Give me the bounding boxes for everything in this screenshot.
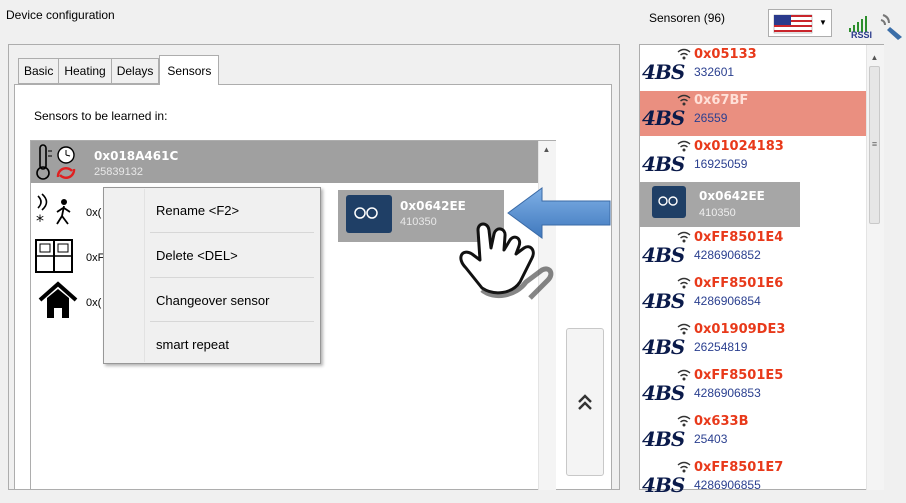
home-icon xyxy=(38,281,78,318)
dragged-sensor-number: 410350 xyxy=(400,216,437,228)
sensor-number: 26254819 xyxy=(694,340,748,354)
delete-menu-item[interactable]: Delete <DEL> xyxy=(150,234,314,276)
sensor-row-text: 0x( xyxy=(86,297,102,309)
sensors-learn-label: Sensors to be learned in: xyxy=(34,109,168,123)
sensor-number: 26559 xyxy=(694,111,728,125)
4bs-profile-logo: 4BS xyxy=(642,289,685,313)
sensor-row-text: 0x( xyxy=(86,207,102,219)
sensor-id: 0x633B xyxy=(694,414,749,429)
thermometer-icon xyxy=(36,144,76,180)
sensor-device-icon xyxy=(346,195,392,233)
wifi-signal-icon xyxy=(677,140,691,152)
sensor-device-icon xyxy=(652,186,686,218)
smart-repeat-menu-item[interactable]: smart repeat xyxy=(150,323,314,365)
sensor-id: 0xFF8501E4 xyxy=(694,230,784,245)
4bs-profile-logo: 4BS xyxy=(642,152,685,176)
double-chevron-up-icon xyxy=(578,394,592,410)
wifi-signal-icon xyxy=(677,277,691,289)
rssi-indicator[interactable]: RSSI xyxy=(849,14,879,43)
hand-cursor-icon xyxy=(459,222,554,300)
sensor-list-item[interactable]: 4BS 0x01909DE3 26254819 xyxy=(640,320,866,365)
wifi-signal-icon xyxy=(677,323,691,335)
sensor-number: 332601 xyxy=(694,65,735,79)
4bs-profile-logo: 4BS xyxy=(642,427,685,451)
sensor-row-text: 0xF xyxy=(86,252,105,264)
sensor-id: 0x67BF xyxy=(694,93,749,108)
chevron-down-icon[interactable]: ▼ xyxy=(816,10,830,34)
wifi-signal-icon xyxy=(677,415,691,427)
window-contact-icon xyxy=(35,239,73,273)
4bs-profile-logo: 4BS xyxy=(642,60,685,84)
sensor-list-item[interactable]: 4BS 0xFF8501E7 4286906855 xyxy=(640,458,866,503)
selected-sensor-number: 25839132 xyxy=(94,166,143,178)
menu-separator xyxy=(150,232,314,233)
sensor-number: 4286906854 xyxy=(694,294,761,308)
scroll-up-arrow-icon[interactable]: ▲ xyxy=(538,141,555,158)
tab-delays[interactable]: Delays xyxy=(110,58,160,84)
wifi-signal-icon xyxy=(677,369,691,381)
device-configuration-title: Device configuration xyxy=(6,8,115,22)
sensor-list-item[interactable]: 4BS 0xFF8501E5 4286906853 xyxy=(640,366,866,411)
us-flag-icon xyxy=(773,14,813,34)
menu-separator xyxy=(150,321,314,322)
drag-ghost-number: 410350 xyxy=(699,207,736,219)
svg-text:*: * xyxy=(36,211,44,230)
sensor-number: 4286906852 xyxy=(694,248,761,262)
sensor-id: 0xFF8501E7 xyxy=(694,460,784,475)
sensor-number: 25403 xyxy=(694,432,728,446)
tab-basic[interactable]: Basic xyxy=(18,58,59,84)
motion-detector-icon: * xyxy=(36,193,71,230)
changeover-sensor-menu-item[interactable]: Changeover sensor xyxy=(150,279,314,321)
sensors-count-title: Sensoren (96) xyxy=(649,11,726,25)
tab-heating[interactable]: Heating xyxy=(58,58,111,84)
4bs-profile-logo: 4BS xyxy=(642,381,685,405)
sensor-id: 0xFF8501E6 xyxy=(694,276,784,291)
antenna-icon[interactable] xyxy=(880,11,904,41)
wifi-signal-icon xyxy=(677,231,691,243)
sensor-list-item[interactable]: 4BS 0x633B 25403 xyxy=(640,412,866,457)
rssi-label: RSSI xyxy=(851,30,873,40)
scroll-up-arrow-icon[interactable]: ▲ xyxy=(866,50,883,64)
rename-menu-item[interactable]: Rename <F2> xyxy=(150,189,314,231)
scrollbar-grip-icon: ≡ xyxy=(871,139,878,149)
sensor-list-item[interactable]: 4BS 0xFF8501E4 4286906852 xyxy=(640,228,866,273)
wifi-signal-icon xyxy=(677,48,691,60)
tab-sensors[interactable]: Sensors xyxy=(159,55,220,85)
sensor-id: 0x01024183 xyxy=(694,139,784,154)
drag-ghost-id: 0x0642EE xyxy=(699,189,765,203)
menu-separator xyxy=(150,277,314,278)
sensor-id: 0x01909DE3 xyxy=(694,322,786,337)
context-menu-icon-gutter xyxy=(105,189,145,362)
sensor-list-item[interactable]: 4BS 0x01024183 16925059 xyxy=(640,137,866,182)
selected-sensor-id: 0x018A461C xyxy=(94,149,179,163)
scroll-to-top-button[interactable] xyxy=(566,328,604,476)
sensor-id: 0x05133 xyxy=(694,47,757,62)
sensor-number: 16925059 xyxy=(694,157,748,171)
4bs-profile-logo: 4BS xyxy=(642,473,685,497)
sensor-id: 0xFF8501E5 xyxy=(694,368,784,383)
sensor-number: 4286906853 xyxy=(694,386,761,400)
wifi-signal-icon xyxy=(677,94,691,106)
4bs-profile-logo: 4BS xyxy=(642,106,685,130)
sensor-list-item[interactable]: 4BS 0x05133 332601 xyxy=(640,45,866,90)
4bs-profile-logo: 4BS xyxy=(642,243,685,267)
sensor-list-item[interactable]: 4BS 0xFF8501E6 4286906854 xyxy=(640,274,866,319)
sensor-list-item[interactable]: 4BS 0x67BF 26559 xyxy=(640,91,866,136)
wifi-signal-icon xyxy=(677,461,691,473)
config-tabs: Basic Heating Delays Sensors xyxy=(18,55,220,85)
4bs-profile-logo: 4BS xyxy=(642,335,685,359)
